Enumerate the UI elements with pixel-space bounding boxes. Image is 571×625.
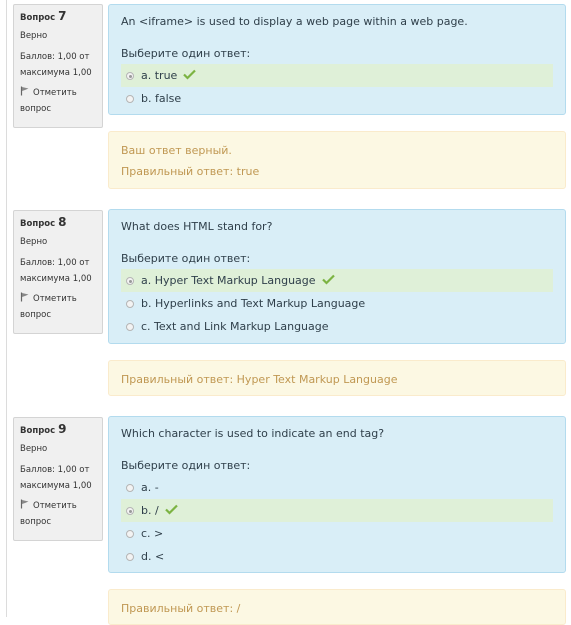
- question-number-value: 9: [58, 422, 67, 436]
- answer-option[interactable]: d. <: [121, 545, 553, 568]
- question-grade: Баллов: 1,00 от максимума 1,00: [20, 258, 92, 284]
- question-content-7: An <iframe> is used to display a web pag…: [108, 4, 566, 115]
- radio-button[interactable]: [126, 72, 134, 80]
- question-info-9: Вопрос 9 Верно Баллов: 1,00 от максимума…: [13, 417, 103, 541]
- radio-button[interactable]: [126, 507, 134, 515]
- question-label: Вопрос: [20, 426, 56, 436]
- radio-button[interactable]: [126, 277, 134, 285]
- flag-icon: [20, 499, 29, 509]
- answer-option[interactable]: a. Hyper Text Markup Language: [121, 269, 553, 292]
- question-number: Вопрос 7: [20, 9, 96, 26]
- question-info-7: Вопрос 7 Верно Баллов: 1,00 от максимума…: [13, 4, 103, 128]
- answer-label: b. false: [141, 92, 182, 105]
- question-outcome-7: Ваш ответ верный. Правильный ответ: true: [108, 131, 566, 189]
- question-content-9: Which character is used to indicate an e…: [108, 416, 566, 573]
- question-text: Which character is used to indicate an e…: [121, 427, 385, 440]
- radio-button[interactable]: [126, 484, 134, 492]
- question-number: Вопрос 9: [20, 422, 96, 439]
- answer-label: b. Hyperlinks and Text Markup Language: [141, 297, 366, 310]
- flag-question-link[interactable]: Отметить вопрос: [20, 85, 96, 117]
- question-number: Вопрос 8: [20, 215, 96, 232]
- question-outcome-8: Правильный ответ: Hyper Text Markup Lang…: [108, 360, 566, 396]
- question-info-8: Вопрос 8 Верно Баллов: 1,00 от максимума…: [13, 210, 103, 334]
- question-outcome-9: Правильный ответ: /: [108, 589, 566, 625]
- question-number-value: 7: [58, 9, 67, 23]
- radio-button[interactable]: [126, 323, 134, 331]
- answer-label: a. true: [141, 69, 178, 82]
- question-grade: Баллов: 1,00 от максимума 1,00: [20, 465, 92, 491]
- radio-button[interactable]: [126, 95, 134, 103]
- right-answer-text: Правильный ответ: /: [121, 602, 241, 615]
- answer-prompt: Выберите один ответ:: [121, 47, 251, 60]
- question-content-8: What does HTML stand for? Выберите один …: [108, 209, 566, 344]
- check-icon: [164, 504, 178, 515]
- answer-label: c. >: [141, 527, 164, 540]
- answer-option[interactable]: c. >: [121, 522, 553, 545]
- right-answer-text: Правильный ответ: Hyper Text Markup Lang…: [121, 373, 398, 386]
- check-icon: [183, 69, 197, 80]
- answer-option[interactable]: c. Text and Link Markup Language: [121, 315, 553, 338]
- flag-question-link[interactable]: Отметить вопрос: [20, 291, 96, 323]
- question-state: Верно: [20, 31, 48, 41]
- question-text: An <iframe> is used to display a web pag…: [121, 15, 468, 28]
- answer-option[interactable]: a. -: [121, 476, 553, 499]
- answer-prompt: Выберите один ответ:: [121, 252, 251, 265]
- answer-prompt: Выберите один ответ:: [121, 459, 251, 472]
- feedback-text: Ваш ответ верный.: [121, 144, 232, 157]
- answer-option[interactable]: b. Hyperlinks and Text Markup Language: [121, 292, 553, 315]
- question-label: Вопрос: [20, 13, 56, 23]
- question-state: Верно: [20, 237, 48, 247]
- question-state: Верно: [20, 444, 48, 454]
- page-left-border: [6, 0, 7, 617]
- answer-label: b. /: [141, 504, 159, 517]
- radio-button[interactable]: [126, 300, 134, 308]
- question-label: Вопрос: [20, 219, 56, 229]
- check-icon: [321, 274, 335, 285]
- flag-icon: [20, 86, 29, 96]
- answer-label: d. <: [141, 550, 165, 563]
- answer-option[interactable]: a. true: [121, 64, 553, 87]
- answer-label: a. -: [141, 481, 159, 494]
- flag-icon: [20, 292, 29, 302]
- answer-option[interactable]: b. /: [121, 499, 553, 522]
- answer-label: a. Hyper Text Markup Language: [141, 274, 316, 287]
- question-grade: Баллов: 1,00 от максимума 1,00: [20, 52, 92, 78]
- flag-question-link[interactable]: Отметить вопрос: [20, 498, 96, 530]
- answer-label: c. Text and Link Markup Language: [141, 320, 329, 333]
- question-text: What does HTML stand for?: [121, 220, 273, 233]
- radio-button[interactable]: [126, 530, 134, 538]
- right-answer-text: Правильный ответ: true: [121, 165, 260, 178]
- answer-option[interactable]: b. false: [121, 87, 553, 110]
- radio-button[interactable]: [126, 553, 134, 561]
- question-number-value: 8: [58, 215, 67, 229]
